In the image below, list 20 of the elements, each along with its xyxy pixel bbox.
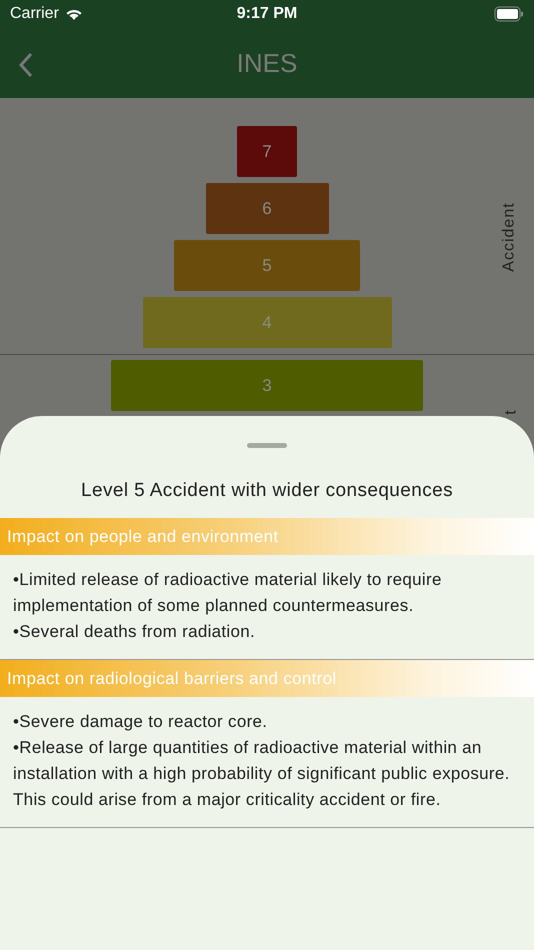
battery-icon — [494, 6, 524, 22]
bullet-text: •Several deaths from radiation. — [13, 621, 256, 643]
carrier-label: Carrier — [10, 5, 59, 23]
section-header: Impact on radiological barriers and control — [0, 660, 534, 697]
bullet-text: •Release of large quantities of radioactive material within an installation with a high probability of significant public exposure. This could arise from a major criticality accident or fire. — [13, 737, 511, 811]
sheet-title: Level 5 Accident with wider consequences — [80, 480, 454, 502]
level-bar[interactable]: 7 — [237, 126, 297, 177]
level-bar[interactable]: 5 — [174, 240, 360, 291]
side-label: t — [502, 409, 520, 415]
status-time: 9:17 PM — [236, 5, 298, 23]
bullet-text: •Severe damage to reactor core. — [13, 711, 268, 733]
bullet-text: •Limited release of radioactive material likely to require implementation of some planned countermeasures. — [13, 569, 443, 617]
side-label: Accident — [500, 202, 518, 272]
level-bar[interactable]: 4 — [142, 297, 392, 348]
nav-title: INES — [236, 48, 298, 78]
section-header: Impact on people and environment — [0, 518, 534, 555]
level-bar[interactable]: 6 — [206, 183, 328, 234]
level-bar[interactable]: 3 — [111, 360, 423, 411]
wifi-icon — [64, 7, 83, 21]
drag-handle[interactable] — [247, 443, 287, 448]
